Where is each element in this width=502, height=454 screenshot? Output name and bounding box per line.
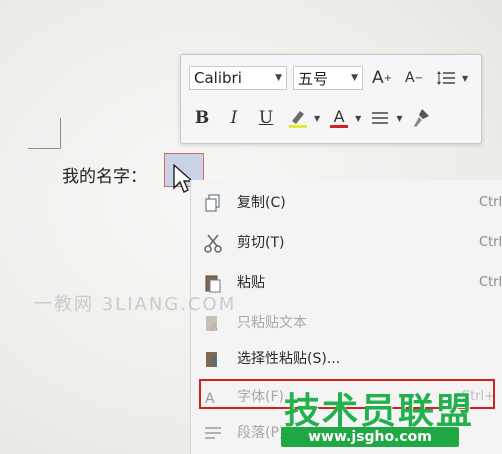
paste-special-icon: ? bbox=[206, 352, 217, 369]
align-center-icon bbox=[372, 112, 389, 124]
menu-item-label: 粘贴 bbox=[237, 275, 265, 291]
menu-item-shortcut: Ctrl bbox=[479, 234, 502, 250]
paragraph-icon bbox=[205, 427, 221, 439]
watermark-url: www.jsgho.com bbox=[281, 427, 459, 447]
font-size-dropdown[interactable]: 五号 ▼ bbox=[293, 66, 363, 90]
menu-item-label: 剪切(T) bbox=[237, 235, 285, 251]
toolbar-row-style: B I U ▼ A ▼ ▼ bbox=[189, 105, 434, 131]
italic-button[interactable]: I bbox=[221, 105, 247, 131]
svg-text:A: A bbox=[211, 322, 218, 333]
svg-text:?: ? bbox=[211, 356, 217, 369]
line-spacing-button[interactable] bbox=[433, 65, 459, 91]
menu-item-label: 选择性粘贴(S)... bbox=[237, 351, 341, 367]
font-size-value: 五号 bbox=[298, 69, 329, 88]
highlight-button[interactable] bbox=[285, 105, 311, 131]
shrink-font-label: A bbox=[405, 70, 415, 86]
minus-icon: − bbox=[414, 72, 423, 84]
line-spacing-icon bbox=[437, 71, 455, 85]
grow-font-label: A bbox=[371, 68, 384, 88]
chevron-down-icon: ▼ bbox=[396, 113, 403, 123]
mini-formatting-toolbar: Calibri ▼ 五号 ▼ A + A − ▼ B I U ▼ A ▼ ▼ bbox=[180, 54, 482, 144]
font-name-dropdown[interactable]: Calibri ▼ bbox=[189, 66, 287, 90]
highlighter-icon bbox=[289, 111, 307, 128]
menu-item-cut[interactable]: 剪切(T) Ctrl bbox=[191, 224, 502, 260]
document-page: 我的名字： Calibri ▼ 五号 ▼ A + A − ▼ B I U ▼ A… bbox=[0, 0, 502, 454]
menu-item-paste[interactable]: 粘贴 Ctrl bbox=[191, 264, 502, 300]
menu-item-paste-special[interactable]: ? 选择性粘贴(S)... bbox=[191, 340, 502, 376]
menu-item-label: 只粘贴文本 bbox=[237, 315, 307, 331]
font-color-button[interactable]: A bbox=[326, 105, 352, 131]
scissors-icon bbox=[204, 234, 222, 253]
shrink-font-button[interactable]: A − bbox=[401, 65, 427, 91]
chevron-down-icon: ▼ bbox=[314, 113, 321, 123]
font-color-swatch bbox=[330, 124, 349, 128]
page-corner-mark bbox=[28, 118, 61, 149]
underline-button[interactable]: U bbox=[253, 105, 279, 131]
chevron-down-icon: ▼ bbox=[275, 73, 282, 83]
format-painter-button[interactable] bbox=[408, 105, 434, 131]
menu-item-label: 复制(C) bbox=[237, 195, 286, 211]
chevron-down-icon: ▼ bbox=[462, 73, 469, 83]
font-color-label: A bbox=[333, 106, 345, 126]
menu-item-shortcut: Ctrl bbox=[479, 274, 502, 290]
menu-item-shortcut: Ctrl bbox=[479, 194, 502, 210]
toolbar-row-font: Calibri ▼ 五号 ▼ A + A − ▼ bbox=[189, 65, 468, 91]
format-painter-icon bbox=[414, 109, 430, 127]
menu-item-paste-text-only[interactable]: A 只粘贴文本 bbox=[191, 304, 502, 340]
align-button[interactable] bbox=[367, 105, 393, 131]
bold-button[interactable]: B bbox=[189, 105, 215, 131]
paste-text-icon: A bbox=[206, 316, 218, 333]
document-text: 我的名字： bbox=[62, 167, 147, 187]
font-name-value: Calibri bbox=[194, 69, 242, 87]
plus-icon: + bbox=[383, 72, 393, 84]
menu-item-copy[interactable]: 复制(C) Ctrl bbox=[191, 184, 502, 220]
watermark-text: 一教网 3LIANG.COM bbox=[34, 294, 237, 315]
copy-icon bbox=[205, 194, 220, 212]
chevron-down-icon: ▼ bbox=[351, 73, 358, 83]
grow-font-button[interactable]: A + bbox=[369, 65, 395, 91]
chevron-down-icon: ▼ bbox=[355, 113, 362, 123]
